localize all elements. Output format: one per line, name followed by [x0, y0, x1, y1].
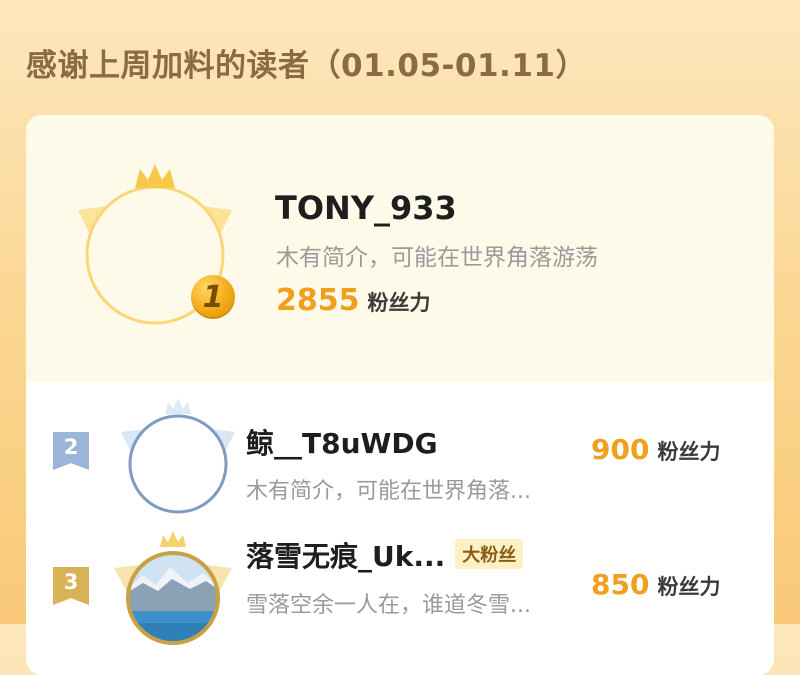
fan-power: 2855 粉丝力	[276, 283, 431, 318]
fan-power: 900 粉丝力	[591, 433, 720, 466]
fan-power-label: 粉丝力	[657, 575, 721, 599]
reader-bio: 木有简介，可能在世界角落游荡	[276, 245, 598, 271]
bronze-medal-avatar-frame	[114, 531, 232, 645]
crown-icon	[165, 398, 191, 414]
rank-1-badge: 1	[191, 275, 235, 319]
reader-row-2[interactable]: 2 鲸__T8uWDG 木有简介，可能在世界角落... 900 粉丝力	[26, 382, 774, 514]
rank-3-flag: 3	[53, 567, 89, 605]
reader-row-1[interactable]: 1 TONY_933 木有简介，可能在世界角落游荡 2855 粉丝力	[26, 115, 774, 382]
reader-name[interactable]: 鲸__T8uWDG	[246, 422, 438, 462]
fan-power-label: 粉丝力	[367, 291, 431, 315]
fan-power: 850 粉丝力	[591, 568, 720, 601]
silver-medal-avatar-frame	[121, 398, 235, 514]
fan-power-label: 粉丝力	[657, 440, 721, 464]
big-fan-badge: 大粉丝	[455, 539, 524, 569]
reader-name-text: 落雪无痕_Uk...	[246, 540, 446, 573]
reader-name[interactable]: TONY_933	[275, 189, 457, 227]
fan-power-value: 2855	[276, 283, 360, 318]
reader-name[interactable]: 落雪无痕_Uk... 大粉丝	[246, 535, 524, 575]
ranking-card: 1 TONY_933 木有简介，可能在世界角落游荡 2855 粉丝力 2 鲸__T…	[26, 115, 774, 675]
reader-row-3[interactable]: 3 落雪无痕_Uk... 大粉丝 雪落空余一人在，谁道冬雪... 850 粉丝力	[26, 515, 774, 645]
fan-power-value: 900	[591, 433, 650, 466]
fan-power-value: 850	[591, 568, 650, 601]
page-title: 感谢上周加料的读者（01.05-01.11）	[26, 48, 587, 84]
reader-bio: 木有简介，可能在世界角落...	[246, 479, 531, 504]
crown-icon	[160, 531, 186, 547]
rank-2-flag: 2	[53, 432, 89, 470]
crown-icon	[135, 164, 175, 188]
reader-bio: 雪落空余一人在，谁道冬雪...	[246, 593, 531, 618]
